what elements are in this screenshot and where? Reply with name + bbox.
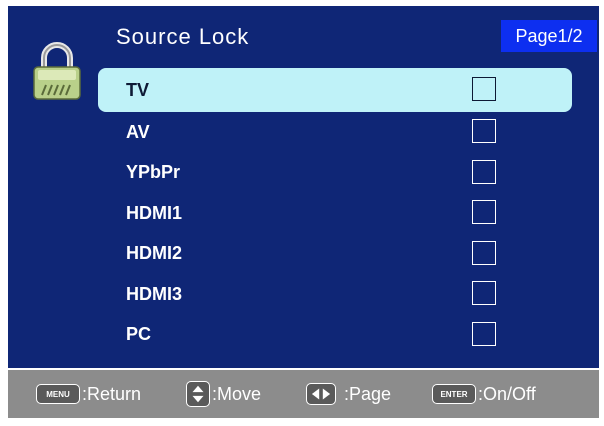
lock-checkbox[interactable] (472, 321, 496, 346)
menu-key-icon: MENU (36, 384, 80, 404)
move-label: :Move (212, 383, 262, 404)
source-label: HDMI2 (126, 243, 183, 264)
left-right-arrows-icon (306, 383, 336, 405)
source-row-pc[interactable]: PC (98, 315, 572, 356)
move-hint: :Move (186, 370, 261, 418)
source-lock-panel: Source Lock Page1/2 TV AV YPbPr HDMI1 HDMI2 H… (8, 6, 599, 368)
onoff-hint: ENTER :On/Off (432, 370, 536, 418)
source-label: HDMI1 (126, 202, 183, 223)
source-row-av[interactable]: AV (98, 112, 572, 153)
padlock-icon (33, 42, 81, 100)
lock-checkbox[interactable] (472, 200, 496, 225)
source-label: HDMI3 (126, 283, 183, 304)
source-row-ypbpr[interactable]: YPbPr (98, 153, 572, 194)
source-label: TV (126, 79, 150, 100)
onoff-label: :On/Off (478, 383, 536, 404)
osd-window: Source Lock Page1/2 TV AV YPbPr HDMI1 HDMI2 H… (8, 6, 599, 418)
lock-checkbox[interactable] (472, 77, 496, 101)
lock-checkbox[interactable] (472, 240, 496, 265)
page-title: Source Lock (116, 24, 250, 49)
lock-checkbox[interactable] (472, 159, 496, 184)
source-label: AV (126, 121, 150, 142)
lock-checkbox[interactable] (472, 281, 496, 306)
page-label: :Page (344, 383, 392, 404)
lock-checkbox[interactable] (472, 119, 496, 144)
footer-hint-bar: MENU :Return :Move :Page ENTER :On/Off (8, 370, 599, 418)
source-row-hdmi2[interactable]: HDMI2 (98, 234, 572, 275)
source-list: TV AV YPbPr HDMI1 HDMI2 HDMI3 PC (98, 68, 572, 355)
source-label: YPbPr (126, 162, 181, 183)
page-indicator: Page1/2 (501, 20, 597, 52)
source-label: PC (126, 324, 152, 345)
page-hint: :Page (306, 370, 391, 418)
return-label: :Return (82, 383, 142, 404)
source-row-hdmi1[interactable]: HDMI1 (98, 193, 572, 234)
enter-key-icon: ENTER (432, 384, 476, 404)
source-row-tv[interactable]: TV (98, 68, 572, 112)
up-down-arrows-icon (186, 381, 210, 407)
return-hint: MENU :Return (36, 370, 141, 418)
source-row-hdmi3[interactable]: HDMI3 (98, 274, 572, 315)
